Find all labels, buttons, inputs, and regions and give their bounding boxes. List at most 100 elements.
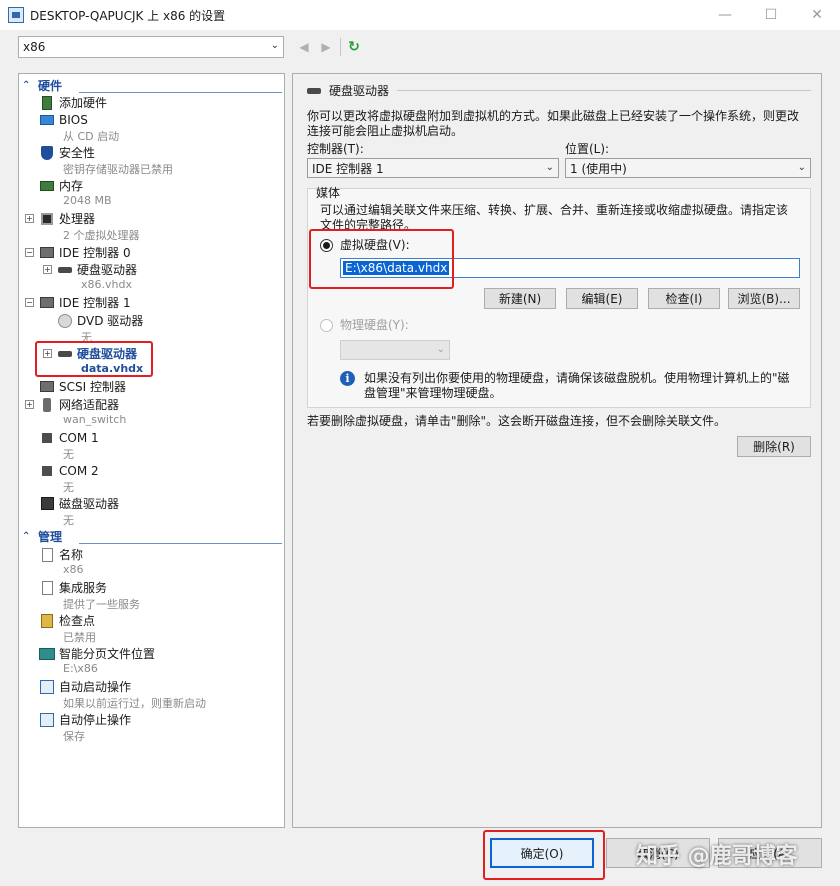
tree-item-checkpoints[interactable]: 检查点 [39,612,95,629]
media-group-label: 媒体 [316,186,341,200]
controller-select[interactable]: IDE 控制器 1 ⌄ [307,158,559,178]
intro-line: 你可以更改将虚拟硬盘附加到虚拟机的方式。如果此磁盘上已经安装了一个操作系统，则更… [307,109,800,123]
expand-icon[interactable]: + [25,400,34,409]
tree-item-floppy-drive[interactable]: 磁盘驱动器 [39,495,119,512]
hard-drive-icon [57,263,73,277]
window-title: DESKTOP-QAPUCJK 上 x86 的设置 [30,8,226,23]
tree-item-ide-controller-1[interactable]: IDE 控制器 1 [39,294,131,311]
hard-drive-settings-panel: 硬盘驱动器 你可以更改将虚拟硬盘附加到虚拟机的方式。如果此磁盘上已经安装了一个操… [292,73,822,828]
vm-selector[interactable]: x86 ⌄ [18,36,284,58]
close-icon[interactable]: ✕ [794,0,840,30]
checkpoint-icon [39,613,55,628]
tree-item-ide-controller-0[interactable]: IDE 控制器 0 [39,244,131,261]
settings-tree: ⌃ 硬件 添加硬件 BIOS 从 CD 启动 安全性 密钥存储驱动器已禁用 内存… [18,73,285,828]
shield-icon [39,145,55,160]
tree-item-smart-paging[interactable]: 智能分页文件位置 [39,645,155,662]
tree-item-detail: E:\x86 [63,662,98,675]
ide-controller-icon [39,246,55,260]
tree-item-scsi-controller[interactable]: SCSI 控制器 [39,378,126,395]
minimize-icon[interactable]: — [702,0,748,30]
vm-selector-value: x86 [23,40,46,54]
tree-item-auto-start[interactable]: 自动启动操作 [39,678,131,695]
com-port-icon [39,464,55,478]
tree-item-com2[interactable]: COM 2 [39,462,99,479]
dvd-icon [57,313,73,328]
physical-disk-select[interactable]: ⌄ [340,340,450,360]
tree-item-detail: 如果以前运行过，则重新启动 [63,697,206,710]
remove-instructions: 若要删除虚拟硬盘，请单击"删除"。这会断开磁盘连接，但不会删除关联文件。 [307,414,727,428]
edit-button[interactable]: 编辑(E) [566,288,638,309]
auto-stop-icon [39,712,55,727]
tree-item-com1[interactable]: COM 1 [39,429,99,446]
tree-item-add-hardware[interactable]: 添加硬件 [39,94,107,111]
tree-item-security[interactable]: 安全性 [39,144,95,161]
media-description-line: 可以通过编辑关联文件来压缩、转换、扩展、合并、重新连接或收缩虚拟硬盘。请指定该 [320,203,789,217]
info-line: 如果没有列出你要使用的物理硬盘，请确保该磁盘脱机。使用物理计算机上的"磁 [364,371,790,385]
maximize-icon[interactable]: ☐ [748,0,794,30]
inspect-button[interactable]: 检查(I) [648,288,720,309]
expand-icon[interactable]: + [25,214,34,223]
location-value: 1 (使用中) [570,161,627,176]
expand-icon[interactable]: + [43,265,52,274]
chevron-down-icon: ⌄ [797,162,806,173]
tree-item-network-adapter[interactable]: 网络适配器 [39,396,119,413]
new-button[interactable]: 新建(N) [484,288,556,309]
physical-disk-radio[interactable] [320,319,333,332]
refresh-icon[interactable]: ↻ [346,38,362,56]
tree-item-detail: 2 个虚拟处理器 [63,229,140,242]
tree-item-detail: 从 CD 启动 [63,130,120,143]
add-hardware-icon [39,95,55,110]
collapse-node-icon[interactable]: − [25,298,34,307]
tree-item-memory[interactable]: 内存 [39,177,83,194]
tree-item-detail: 无 [63,514,74,527]
tree-item-integration-services[interactable]: 集成服务 [39,579,107,596]
hard-drive-icon [307,87,321,94]
annotation-highlight [483,830,605,880]
browse-button[interactable]: 浏览(B)... [728,288,800,309]
forward-arrow-icon[interactable]: ▶ [318,38,334,56]
controller-value: IDE 控制器 1 [312,161,384,176]
collapse-icon[interactable]: ⌃ [22,531,34,542]
remove-button[interactable]: 删除(R) [737,436,811,457]
tree-item-bios[interactable]: BIOS [39,111,88,128]
management-section-header[interactable]: ⌃ 管理 [19,529,284,544]
chevron-down-icon: ⌄ [545,162,554,173]
folder-icon [39,647,55,661]
integration-services-icon [39,580,55,595]
management-section-label: 管理 [38,530,63,544]
tree-item-dvd-drive[interactable]: DVD 驱动器 [57,312,143,329]
floppy-icon [39,497,55,511]
hardware-section-header[interactable]: ⌃ 硬件 [19,78,284,93]
controller-label: 控制器(T): [307,142,364,156]
auto-start-icon [39,679,55,694]
name-icon [39,547,55,562]
back-arrow-icon[interactable]: ◀ [296,38,312,56]
media-group: 媒体 可以通过编辑关联文件来压缩、转换、扩展、合并、重新连接或收缩虚拟硬盘。请指… [307,186,811,408]
tree-item-detail: 保存 [63,730,85,743]
tree-item-name[interactable]: 名称 [39,546,83,563]
panel-title: 硬盘驱动器 [329,84,390,98]
chevron-down-icon: ⌄ [270,40,279,51]
section-divider [79,543,282,544]
collapse-node-icon[interactable]: − [25,248,34,257]
tree-item-ide0-hard-drive[interactable]: 硬盘驱动器 [57,261,137,278]
physical-disk-info: 如果没有列出你要使用的物理硬盘，请确保该磁盘脱机。使用物理计算机上的"磁 盘管理… [364,371,790,401]
processor-icon [39,212,55,226]
tree-item-detail: 无 [63,481,74,494]
tree-item-processor[interactable]: 处理器 [39,210,95,227]
panel-header: 硬盘驱动器 [307,82,389,99]
network-adapter-icon [39,397,55,412]
tree-item-auto-stop[interactable]: 自动停止操作 [39,711,131,728]
info-line: 盘管理"来管理物理硬盘。 [364,386,502,400]
collapse-icon[interactable]: ⌃ [22,80,34,91]
annotation-highlight [35,341,153,377]
title-bar: DESKTOP-QAPUCJK 上 x86 的设置 — ☐ ✕ [0,0,840,30]
tree-item-detail: wan_switch [63,413,127,426]
info-icon: i [340,371,355,386]
app-icon [8,7,24,23]
tree-item-detail: 2048 MB [63,194,112,207]
tree-item-detail: 已禁用 [63,631,96,644]
com-port-icon [39,431,55,445]
chevron-down-icon: ⌄ [436,344,445,355]
location-select[interactable]: 1 (使用中) ⌄ [565,158,811,178]
